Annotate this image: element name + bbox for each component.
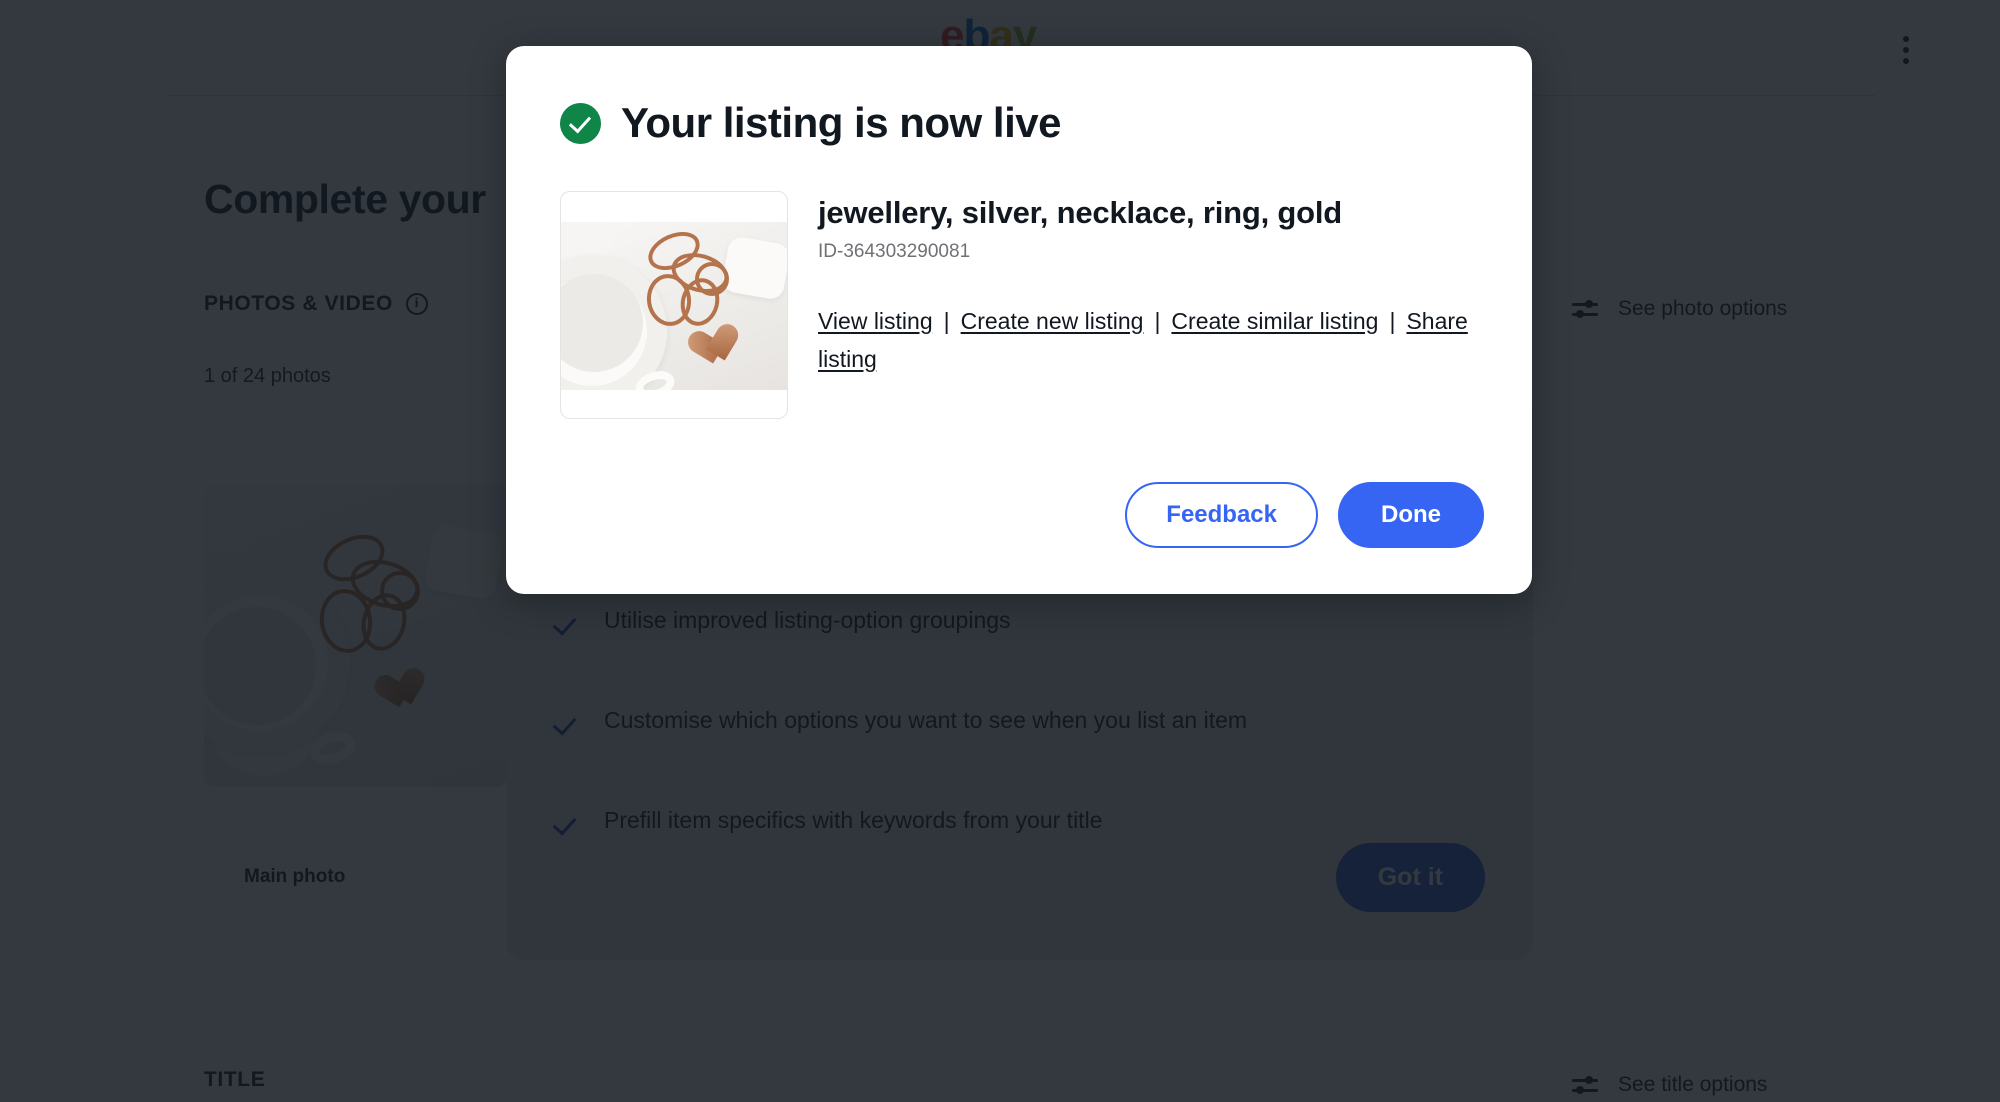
modal-footer: Feedback Done <box>1125 482 1484 548</box>
photo-count-text: 1 of 24 photos <box>204 365 331 387</box>
kebab-menu-icon[interactable] <box>1888 30 1924 70</box>
title-section-heading: TITLE <box>204 1068 266 1091</box>
listing-action-links: View listing | Create new listing | Create s… <box>818 303 1490 379</box>
photos-section-label: PHOTOS & VIDEO <box>204 292 393 315</box>
list-item: Customise which options you want to see … <box>554 707 1484 735</box>
list-item: Prefill item specifics with keywords fro… <box>554 807 1484 835</box>
see-title-options-label: See title options <box>1618 1073 1768 1096</box>
kebab-dot-1 <box>1903 36 1909 42</box>
feedback-button[interactable]: Feedback <box>1125 482 1318 548</box>
link-separator: | <box>1154 307 1161 334</box>
main-photo-thumbnail[interactable] <box>204 485 506 787</box>
main-photo-caption: Main photo <box>244 866 346 887</box>
kebab-dot-2 <box>1903 47 1909 53</box>
listing-id: ID-364303290081 <box>818 240 971 262</box>
main-photo-image <box>204 485 506 787</box>
page-title: Complete your <box>204 176 486 222</box>
photos-section-heading: PHOTOS & VIDEO i <box>204 292 428 316</box>
screen-root: ebay Complete your PHOTOS & VIDEO i 1 of… <box>0 0 2000 1102</box>
listing-info: jewellery, silver, necklace, ring, gold … <box>818 191 1490 419</box>
check-icon <box>554 611 578 635</box>
info-icon[interactable]: i <box>405 293 428 315</box>
done-button[interactable]: Done <box>1338 482 1484 548</box>
create-new-listing-link[interactable]: Create new listing <box>961 308 1144 334</box>
onboarding-item-label: Prefill item specifics with keywords fro… <box>604 807 1103 833</box>
listing-live-modal: Your listing is now live jewellery, silv… <box>506 46 1532 594</box>
check-icon <box>554 711 578 735</box>
list-item: Utilise improved listing-option grouping… <box>554 607 1484 635</box>
onboarding-item-label: Utilise improved listing-option grouping… <box>604 607 1011 633</box>
see-photo-options-button[interactable]: See photo options <box>1572 297 1787 321</box>
listing-thumbnail-image <box>561 222 787 390</box>
create-similar-listing-link[interactable]: Create similar listing <box>1171 308 1378 334</box>
got-it-button[interactable]: Got it <box>1335 843 1485 912</box>
see-title-options-button[interactable]: See title options <box>1572 1073 1767 1097</box>
kebab-dot-3 <box>1903 58 1909 64</box>
link-separator: | <box>1389 307 1396 334</box>
view-listing-link[interactable]: View listing <box>818 308 933 334</box>
modal-title: Your listing is now live <box>621 99 1061 146</box>
link-separator: | <box>943 307 950 334</box>
modal-body: jewellery, silver, necklace, ring, gold … <box>506 144 1532 419</box>
see-photo-options-label: See photo options <box>1618 297 1788 320</box>
sliders-icon <box>1572 299 1598 319</box>
sliders-icon <box>1572 1075 1598 1095</box>
success-check-icon <box>560 102 601 144</box>
listing-thumbnail[interactable] <box>560 191 788 419</box>
modal-header: Your listing is now live <box>506 46 1532 144</box>
onboarding-item-label: Customise which options you want to see … <box>604 707 1248 733</box>
check-icon <box>554 811 578 835</box>
listing-title: jewellery, silver, necklace, ring, gold <box>818 195 1343 230</box>
